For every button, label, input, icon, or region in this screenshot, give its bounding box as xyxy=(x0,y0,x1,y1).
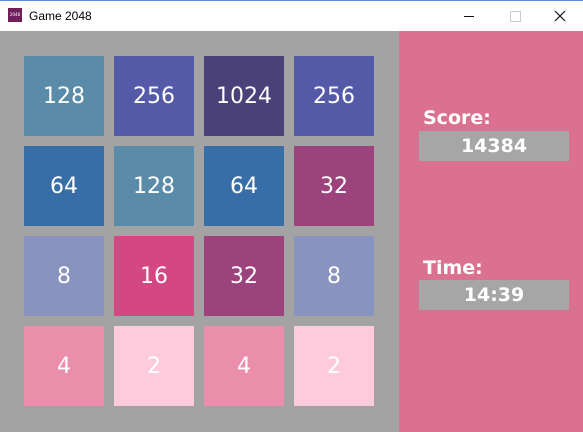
time-value: 14:39 xyxy=(419,280,569,310)
maximize-icon xyxy=(509,10,521,22)
time-label: Time: xyxy=(423,257,483,279)
tile-value: 2 xyxy=(147,353,161,379)
tile-value: 128 xyxy=(133,173,175,199)
tile-value: 16 xyxy=(140,263,168,289)
tile-value: 2 xyxy=(327,353,341,379)
tile-value: 128 xyxy=(43,83,85,109)
tile-value: 32 xyxy=(230,263,258,289)
close-button[interactable] xyxy=(537,1,583,31)
tile: 128 xyxy=(114,146,194,226)
tile: 256 xyxy=(294,56,374,136)
app-icon-text: 2048 xyxy=(9,12,21,17)
score-value: 14384 xyxy=(419,131,569,161)
app-icon: 2048 xyxy=(8,8,22,22)
tile-value: 256 xyxy=(133,83,175,109)
tile-value: 4 xyxy=(237,353,251,379)
maximize-button[interactable] xyxy=(492,1,538,31)
minimize-icon xyxy=(464,15,474,17)
tile: 8 xyxy=(24,236,104,316)
tile-value: 1024 xyxy=(216,83,272,109)
minimize-button[interactable] xyxy=(446,1,492,31)
tile-value: 8 xyxy=(57,263,71,289)
tile: 4 xyxy=(204,326,284,406)
tile: 128 xyxy=(24,56,104,136)
tile: 32 xyxy=(294,146,374,226)
tile: 1024 xyxy=(204,56,284,136)
tile-value: 8 xyxy=(327,263,341,289)
tile: 2 xyxy=(114,326,194,406)
window-title: Game 2048 xyxy=(29,9,92,23)
score-label: Score: xyxy=(423,107,491,129)
tile-value: 256 xyxy=(313,83,355,109)
tile-value: 64 xyxy=(230,173,258,199)
tile: 64 xyxy=(204,146,284,226)
tile-value: 64 xyxy=(50,173,78,199)
close-icon xyxy=(554,10,566,22)
tile: 4 xyxy=(24,326,104,406)
tile: 64 xyxy=(24,146,104,226)
tile: 8 xyxy=(294,236,374,316)
title-bar[interactable]: 2048 Game 2048 xyxy=(0,0,583,31)
tile: 16 xyxy=(114,236,194,316)
tile: 256 xyxy=(114,56,194,136)
app-window: 2048 Game 2048 128 256 1024 256 64 128 6… xyxy=(0,0,583,432)
tile-value: 32 xyxy=(320,173,348,199)
side-panel: Score: 14384 Time: 14:39 xyxy=(399,31,583,432)
tile: 32 xyxy=(204,236,284,316)
game-board[interactable]: 128 256 1024 256 64 128 64 32 8 16 32 8 … xyxy=(0,31,399,432)
tile: 2 xyxy=(294,326,374,406)
tile-value: 4 xyxy=(57,353,71,379)
